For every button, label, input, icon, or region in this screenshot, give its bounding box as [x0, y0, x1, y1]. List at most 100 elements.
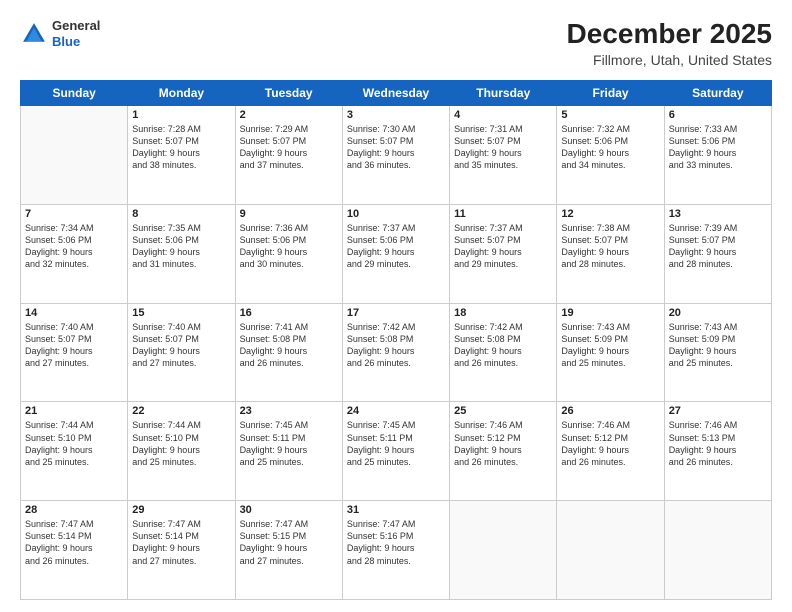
day-number: 11: [454, 208, 552, 220]
calendar-week-row: 28 Sunrise: 7:47 AMSunset: 5:14 PMDayligh…: [21, 501, 772, 600]
day-number: 28: [25, 504, 123, 516]
cell-info: Sunrise: 7:35 AMSunset: 5:06 PMDaylight:…: [132, 222, 230, 271]
table-row: 9Sunrise: 7:36 AMSunset: 5:06 PMDaylight…: [235, 204, 342, 303]
day-number: 5: [561, 109, 659, 121]
cell-info: Sunrise: 7:45 AMSunset: 5:11 PMDaylight:…: [347, 419, 445, 468]
calendar-week-row: 14 Sunrise: 7:40 AMSunset: 5:07 PMDayligh…: [21, 303, 772, 402]
day-number: 18: [454, 307, 552, 319]
day-number: 8: [132, 208, 230, 220]
table-row: 28 Sunrise: 7:47 AMSunset: 5:14 PMDayligh…: [21, 501, 128, 600]
table-row: 20 Sunrise: 7:43 AMSunset: 5:09 PMDayligh…: [664, 303, 771, 402]
subtitle: Fillmore, Utah, United States: [567, 52, 772, 68]
cell-info: Sunrise: 7:44 AMSunset: 5:10 PMDaylight:…: [25, 419, 123, 468]
table-row: 19 Sunrise: 7:43 AMSunset: 5:09 PMDayligh…: [557, 303, 664, 402]
table-row: 8 Sunrise: 7:35 AMSunset: 5:06 PMDaylight…: [128, 204, 235, 303]
table-row: [450, 501, 557, 600]
table-row: 23Sunrise: 7:45 AMSunset: 5:11 PMDayligh…: [235, 402, 342, 501]
header-tuesday: Tuesday: [235, 81, 342, 106]
day-number: 14: [25, 307, 123, 319]
table-row: 7 Sunrise: 7:34 AMSunset: 5:06 PMDaylight…: [21, 204, 128, 303]
cell-info: Sunrise: 7:47 AMSunset: 5:15 PMDaylight:…: [240, 518, 338, 567]
cell-info: Sunrise: 7:37 AMSunset: 5:06 PMDaylight:…: [347, 222, 445, 271]
table-row: 15Sunrise: 7:40 AMSunset: 5:07 PMDayligh…: [128, 303, 235, 402]
header-monday: Monday: [128, 81, 235, 106]
cell-info: Sunrise: 7:46 AMSunset: 5:12 PMDaylight:…: [454, 419, 552, 468]
day-number: 6: [669, 109, 767, 121]
calendar-table: Sunday Monday Tuesday Wednesday Thursday…: [20, 80, 772, 600]
day-number: 7: [25, 208, 123, 220]
table-row: 10Sunrise: 7:37 AMSunset: 5:06 PMDayligh…: [342, 204, 449, 303]
header: General Blue December 2025 Fillmore, Uta…: [20, 18, 772, 68]
table-row: 22Sunrise: 7:44 AMSunset: 5:10 PMDayligh…: [128, 402, 235, 501]
cell-info: Sunrise: 7:34 AMSunset: 5:06 PMDaylight:…: [25, 222, 123, 271]
day-number: 21: [25, 405, 123, 417]
page: General Blue December 2025 Fillmore, Uta…: [0, 0, 792, 612]
day-number: 30: [240, 504, 338, 516]
cell-info: Sunrise: 7:33 AMSunset: 5:06 PMDaylight:…: [669, 123, 767, 172]
day-number: 19: [561, 307, 659, 319]
day-number: 25: [454, 405, 552, 417]
table-row: 30 Sunrise: 7:47 AMSunset: 5:15 PMDayligh…: [235, 501, 342, 600]
cell-info: Sunrise: 7:42 AMSunset: 5:08 PMDaylight:…: [347, 321, 445, 370]
day-number: 12: [561, 208, 659, 220]
cell-info: Sunrise: 7:32 AMSunset: 5:06 PMDaylight:…: [561, 123, 659, 172]
cell-info: Sunrise: 7:28 AMSunset: 5:07 PMDaylight:…: [132, 123, 230, 172]
day-number: 27: [669, 405, 767, 417]
main-title: December 2025: [567, 18, 772, 50]
calendar-week-row: 21 Sunrise: 7:44 AMSunset: 5:10 PMDayligh…: [21, 402, 772, 501]
table-row: 29Sunrise: 7:47 AMSunset: 5:14 PMDayligh…: [128, 501, 235, 600]
cell-info: Sunrise: 7:40 AMSunset: 5:07 PMDaylight:…: [25, 321, 123, 370]
day-number: 4: [454, 109, 552, 121]
table-row: 5 Sunrise: 7:32 AMSunset: 5:06 PMDaylight…: [557, 106, 664, 205]
table-row: 21 Sunrise: 7:44 AMSunset: 5:10 PMDayligh…: [21, 402, 128, 501]
calendar-week-row: 1 Sunrise: 7:28 AMSunset: 5:07 PMDaylight…: [21, 106, 772, 205]
table-row: 31Sunrise: 7:47 AMSunset: 5:16 PMDayligh…: [342, 501, 449, 600]
table-row: 18Sunrise: 7:42 AMSunset: 5:08 PMDayligh…: [450, 303, 557, 402]
cell-info: Sunrise: 7:29 AMSunset: 5:07 PMDaylight:…: [240, 123, 338, 172]
cell-info: Sunrise: 7:44 AMSunset: 5:10 PMDaylight:…: [132, 419, 230, 468]
cell-info: Sunrise: 7:47 AMSunset: 5:14 PMDaylight:…: [25, 518, 123, 567]
header-thursday: Thursday: [450, 81, 557, 106]
table-row: 4 Sunrise: 7:31 AMSunset: 5:07 PMDaylight…: [450, 106, 557, 205]
day-number: 20: [669, 307, 767, 319]
cell-info: Sunrise: 7:43 AMSunset: 5:09 PMDaylight:…: [669, 321, 767, 370]
day-number: 26: [561, 405, 659, 417]
logo: General Blue: [20, 18, 100, 49]
cell-info: Sunrise: 7:30 AMSunset: 5:07 PMDaylight:…: [347, 123, 445, 172]
table-row: 3 Sunrise: 7:30 AMSunset: 5:07 PMDaylight…: [342, 106, 449, 205]
cell-info: Sunrise: 7:37 AMSunset: 5:07 PMDaylight:…: [454, 222, 552, 271]
day-number: 9: [240, 208, 338, 220]
day-number: 2: [240, 109, 338, 121]
cell-info: Sunrise: 7:41 AMSunset: 5:08 PMDaylight:…: [240, 321, 338, 370]
day-number: 13: [669, 208, 767, 220]
day-number: 15: [132, 307, 230, 319]
header-saturday: Saturday: [664, 81, 771, 106]
cell-info: Sunrise: 7:47 AMSunset: 5:16 PMDaylight:…: [347, 518, 445, 567]
table-row: [21, 106, 128, 205]
table-row: 13 Sunrise: 7:39 AMSunset: 5:07 PMDayligh…: [664, 204, 771, 303]
day-number: 16: [240, 307, 338, 319]
table-row: 24 Sunrise: 7:45 AMSunset: 5:11 PMDayligh…: [342, 402, 449, 501]
day-number: 1: [132, 109, 230, 121]
day-number: 24: [347, 405, 445, 417]
table-row: 2 Sunrise: 7:29 AMSunset: 5:07 PMDaylight…: [235, 106, 342, 205]
cell-info: Sunrise: 7:43 AMSunset: 5:09 PMDaylight:…: [561, 321, 659, 370]
table-row: [557, 501, 664, 600]
table-row: 11 Sunrise: 7:37 AMSunset: 5:07 PMDayligh…: [450, 204, 557, 303]
cell-info: Sunrise: 7:39 AMSunset: 5:07 PMDaylight:…: [669, 222, 767, 271]
header-sunday: Sunday: [21, 81, 128, 106]
cell-info: Sunrise: 7:31 AMSunset: 5:07 PMDaylight:…: [454, 123, 552, 172]
cell-info: Sunrise: 7:46 AMSunset: 5:12 PMDaylight:…: [561, 419, 659, 468]
table-row: 25 Sunrise: 7:46 AMSunset: 5:12 PMDayligh…: [450, 402, 557, 501]
header-friday: Friday: [557, 81, 664, 106]
day-number: 23: [240, 405, 338, 417]
logo-text: General Blue: [52, 18, 100, 49]
table-row: 6 Sunrise: 7:33 AMSunset: 5:06 PMDaylight…: [664, 106, 771, 205]
calendar-header-row: Sunday Monday Tuesday Wednesday Thursday…: [21, 81, 772, 106]
day-number: 3: [347, 109, 445, 121]
header-wednesday: Wednesday: [342, 81, 449, 106]
cell-info: Sunrise: 7:46 AMSunset: 5:13 PMDaylight:…: [669, 419, 767, 468]
day-number: 17: [347, 307, 445, 319]
table-row: 17 Sunrise: 7:42 AMSunset: 5:08 PMDayligh…: [342, 303, 449, 402]
logo-icon: [20, 20, 48, 48]
